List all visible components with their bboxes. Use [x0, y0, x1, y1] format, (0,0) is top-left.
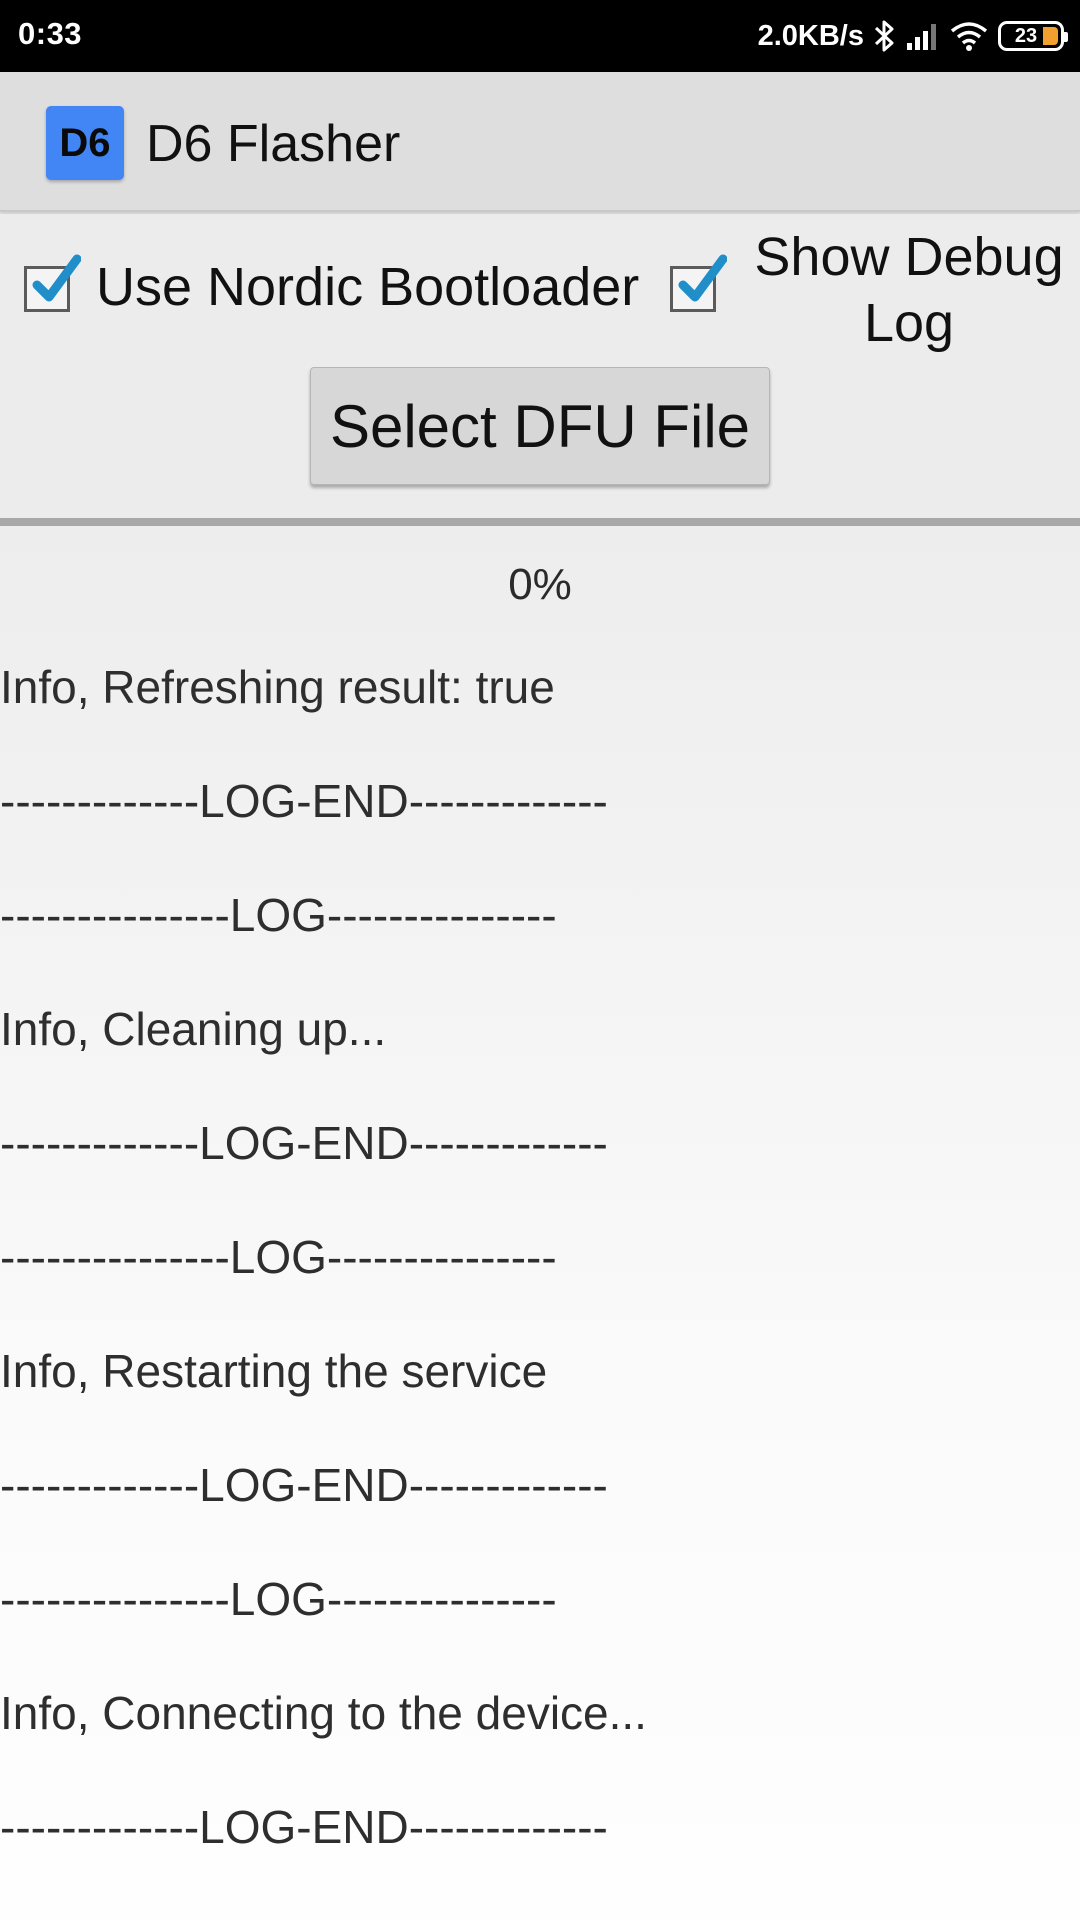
show-debug-log-checkbox[interactable] — [670, 254, 727, 312]
log-line: Info, Cleaning up... — [0, 1003, 387, 1055]
controls-panel: Use Nordic Bootloader Show Debug Log Sel… — [0, 214, 1080, 520]
log-line: -------------LOG-END------------- — [0, 1801, 608, 1853]
log-line: -------------LOG-END------------- — [0, 1459, 608, 1511]
app-icon: D6 — [46, 106, 124, 180]
log-line: -------------LOG-END------------- — [0, 775, 608, 827]
log-list: Info, Refreshing result: true -----------… — [0, 660, 1080, 1914]
log-line: ---------------LOG--------------- — [0, 1573, 557, 1625]
progress-bar — [0, 518, 1080, 526]
signal-icon — [907, 24, 936, 50]
clock: 0:33 — [18, 16, 83, 51]
log-line: Info, Restarting the service — [0, 1345, 548, 1397]
checkmark-icon — [678, 254, 727, 302]
wifi-icon — [950, 22, 988, 51]
app-title: D6 Flasher — [146, 115, 401, 173]
nordic-bootloader-checkbox[interactable] — [24, 254, 81, 312]
battery-icon: 23 — [998, 21, 1068, 51]
nordic-bootloader-label[interactable]: Use Nordic Bootloader — [96, 256, 639, 318]
log-line: -------------LOG-END------------- — [0, 1117, 608, 1169]
log-line: Info, Connecting to the device... — [0, 1687, 647, 1739]
bluetooth-icon — [874, 20, 894, 52]
log-line: Info, Refreshing result: true — [0, 661, 555, 713]
log-line: ---------------LOG--------------- — [0, 889, 557, 941]
battery-level — [1043, 27, 1058, 45]
show-debug-log-label-line2: Log — [863, 293, 955, 353]
show-debug-log-label[interactable]: Show Debug Log — [738, 224, 1080, 356]
status-bar: 0:33 2.0KB/s 23 — [0, 0, 1080, 72]
status-icons: 2.0KB/s 23 — [757, 14, 1068, 58]
select-dfu-file-button[interactable]: Select DFU File — [310, 367, 770, 485]
log-panel[interactable]: 0% Info, Refreshing result: true --------… — [0, 526, 1080, 1920]
log-line: ---------------LOG--------------- — [0, 1231, 557, 1283]
show-debug-log-label-line1: Show Debug — [754, 227, 1064, 287]
action-bar: D6 D6 Flasher — [0, 72, 1080, 212]
battery-percent: 23 — [1014, 24, 1038, 47]
options-row: Use Nordic Bootloader Show Debug Log — [0, 214, 1080, 364]
network-speed: 2.0KB/s — [757, 19, 864, 52]
checkmark-icon — [32, 254, 81, 302]
progress-percent: 0% — [508, 560, 572, 609]
